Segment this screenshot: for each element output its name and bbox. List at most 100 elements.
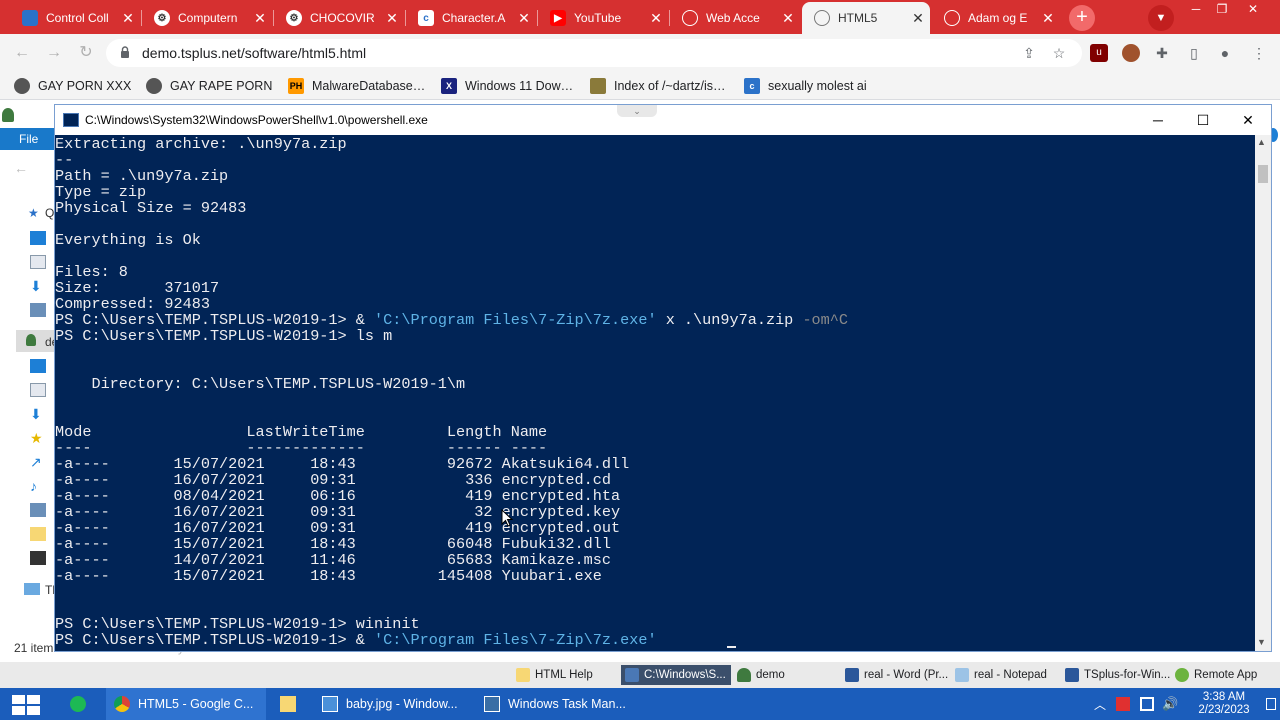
ublock-icon[interactable]: u (1090, 44, 1108, 62)
tab-html5[interactable]: HTML5 ✕ (802, 2, 930, 34)
system-clock[interactable]: 3:38 AM 2/23/2023 (1184, 691, 1264, 717)
tab-control-coll[interactable]: Control Coll ✕ (10, 2, 140, 34)
network-icon[interactable] (1140, 697, 1154, 711)
bookmark-item[interactable]: Index of /~dartz/is… (590, 76, 726, 96)
remote-app-label: HTML Help (535, 669, 593, 681)
remote-app-item[interactable]: Remote App (1171, 665, 1277, 685)
window-title: C:\Windows\System32\WindowsPowerShell\v1… (85, 113, 428, 127)
bookmark-star-icon[interactable]: ☆ (1050, 44, 1068, 62)
vertical-scrollbar[interactable]: ▲ ▼ (1255, 135, 1271, 651)
remote-app-item[interactable]: real - Word (Pr... (841, 665, 949, 685)
bookmark-item[interactable]: X Windows 11 Dow… (441, 76, 573, 96)
bookmark-item[interactable]: PH MalwareDatabase… (288, 76, 425, 96)
pictures-icon (30, 303, 46, 317)
taskbar-item-task-manager[interactable]: Windows Task Man... (476, 688, 636, 720)
powershell-icon (63, 113, 79, 127)
minimize-icon[interactable]: ─ (1183, 0, 1209, 18)
tray-overflow-icon[interactable]: ︿ (1094, 696, 1106, 713)
close-icon[interactable]: ✕ (776, 10, 800, 27)
chevron-down-icon[interactable]: ⌄ (617, 105, 657, 117)
windows-start-icon[interactable] (12, 695, 42, 715)
word-icon (1065, 668, 1079, 682)
extensions-icon[interactable]: ✚ (1153, 44, 1171, 62)
bookmark-item[interactable]: c sexually molest ai (744, 76, 867, 96)
remote-app-item[interactable]: HTML Help (512, 665, 620, 685)
tab-chocovir[interactable]: ⚙ CHOCOVIR ✕ (274, 2, 404, 34)
forward-icon[interactable]: → (42, 42, 66, 64)
volume-icon[interactable]: 🔊 (1162, 697, 1178, 711)
item-count-status: 21 item (14, 641, 54, 655)
bookmark-item[interactable]: GAY PORN XXX (14, 76, 131, 96)
windows-icon (22, 10, 38, 26)
shield-icon: ⚙ (154, 10, 170, 26)
back-icon[interactable]: ← (10, 42, 34, 64)
globe-icon (814, 10, 830, 26)
scroll-down-icon[interactable]: ▼ (1257, 637, 1266, 647)
remote-app-item[interactable]: real - Notepad (951, 665, 1059, 685)
profile-icon[interactable]: ● (1216, 44, 1234, 62)
close-icon[interactable]: ✕ (1036, 10, 1060, 27)
flag-icon[interactable] (1116, 697, 1130, 711)
lock-icon (121, 46, 129, 58)
windows-taskbar: HTML5 - Google C... baby.jpg - Window...… (0, 688, 1280, 720)
reload-icon[interactable]: ↻ (74, 42, 98, 64)
address-bar[interactable]: demo.tsplus.net/software/html5.html ⇪ ☆ (106, 39, 1082, 67)
close-icon[interactable]: ✕ (906, 10, 930, 27)
extension-avatar-icon[interactable] (1122, 44, 1140, 62)
restore-icon[interactable]: ❐ (1209, 0, 1235, 18)
this-pc-icon (24, 583, 40, 595)
pictures-icon (30, 503, 46, 517)
new-tab-button[interactable]: + (1069, 5, 1095, 31)
tab-search-button[interactable]: ▼ (1148, 5, 1174, 31)
minimize-icon[interactable]: ─ (1147, 111, 1169, 129)
close-icon[interactable]: ✕ (116, 10, 140, 27)
tab-computern[interactable]: ⚙ Computern ✕ (142, 2, 272, 34)
tab-title: YouTube (574, 11, 622, 25)
close-icon[interactable]: ✕ (1237, 111, 1259, 129)
remote-app-label: C:\Windows\S... (644, 669, 726, 681)
taskbar-item-explorer[interactable] (272, 688, 308, 720)
tab-youtube[interactable]: ▶ YouTube ✕ (538, 2, 668, 34)
command-param: -om^C (802, 311, 849, 329)
powershell-titlebar[interactable]: C:\Windows\System32\WindowsPowerShell\v1… (55, 105, 1271, 135)
help-file-icon (516, 668, 530, 682)
close-window-icon[interactable]: ✕ (1240, 0, 1266, 18)
side-panel-icon[interactable]: ▯ (1185, 44, 1203, 62)
tab-character-ai[interactable]: c Character.A ✕ (406, 2, 536, 34)
close-icon[interactable]: ✕ (380, 10, 404, 27)
tab-adam-og-e[interactable]: Adam og E ✕ (932, 2, 1060, 34)
console-line: Compressed: 92483 (55, 295, 210, 313)
close-icon[interactable]: ✕ (512, 10, 536, 27)
back-icon[interactable]: ← (14, 160, 28, 176)
file-menu-button[interactable]: File (0, 128, 56, 150)
remote-app-item[interactable]: TSplus-for-Win... (1061, 665, 1170, 685)
remote-app-item[interactable]: C:\Windows\S... (621, 665, 731, 685)
taskbar-item-photos[interactable]: baby.jpg - Window... (314, 688, 474, 720)
bookmarks-bar: GAY PORN XXX GAY RAPE PORN PH MalwareDat… (0, 72, 1280, 100)
quick-access-label[interactable]: Q (45, 206, 54, 220)
bookmark-label: Windows 11 Dow… (465, 79, 574, 93)
bookmark-item[interactable]: GAY RAPE PORN (146, 76, 272, 96)
console-output[interactable]: Extracting archive: .\un9y7a.zip -- Path… (55, 135, 1255, 651)
tab-web-access[interactable]: Web Acce ✕ (670, 2, 800, 34)
tab-title: Adam og E (968, 11, 1028, 25)
command-line: PS C:\Users\TEMP.TSPLUS-W2019-1> ls m (55, 328, 392, 344)
taskbar-item-app[interactable] (62, 688, 102, 720)
ph-icon: PH (288, 78, 304, 94)
close-icon[interactable]: ✕ (644, 10, 668, 27)
close-icon[interactable]: ✕ (248, 10, 272, 27)
scroll-thumb[interactable] (1258, 165, 1268, 183)
share-icon[interactable]: ⇪ (1020, 44, 1038, 62)
menu-icon[interactable]: ⋮ (1250, 44, 1268, 62)
remote-app-item[interactable]: demo (733, 665, 839, 685)
music-icon: ♪ (30, 478, 37, 494)
task-manager-icon (484, 696, 500, 712)
shield-icon: ⚙ (286, 10, 302, 26)
scroll-up-icon[interactable]: ▲ (1257, 137, 1266, 147)
command-line[interactable]: PS C:\Users\TEMP.TSPLUS-W2019-1> & 'C:\P… (55, 632, 657, 648)
notifications-icon[interactable] (1266, 698, 1276, 710)
folder-figure-icon (590, 78, 606, 94)
taskbar-item-chrome[interactable]: HTML5 - Google C... (106, 688, 266, 720)
table-row: -a---- 15/07/2021 18:43 145408 Yuubari.e… (55, 567, 602, 585)
maximize-icon[interactable]: ☐ (1192, 111, 1214, 129)
